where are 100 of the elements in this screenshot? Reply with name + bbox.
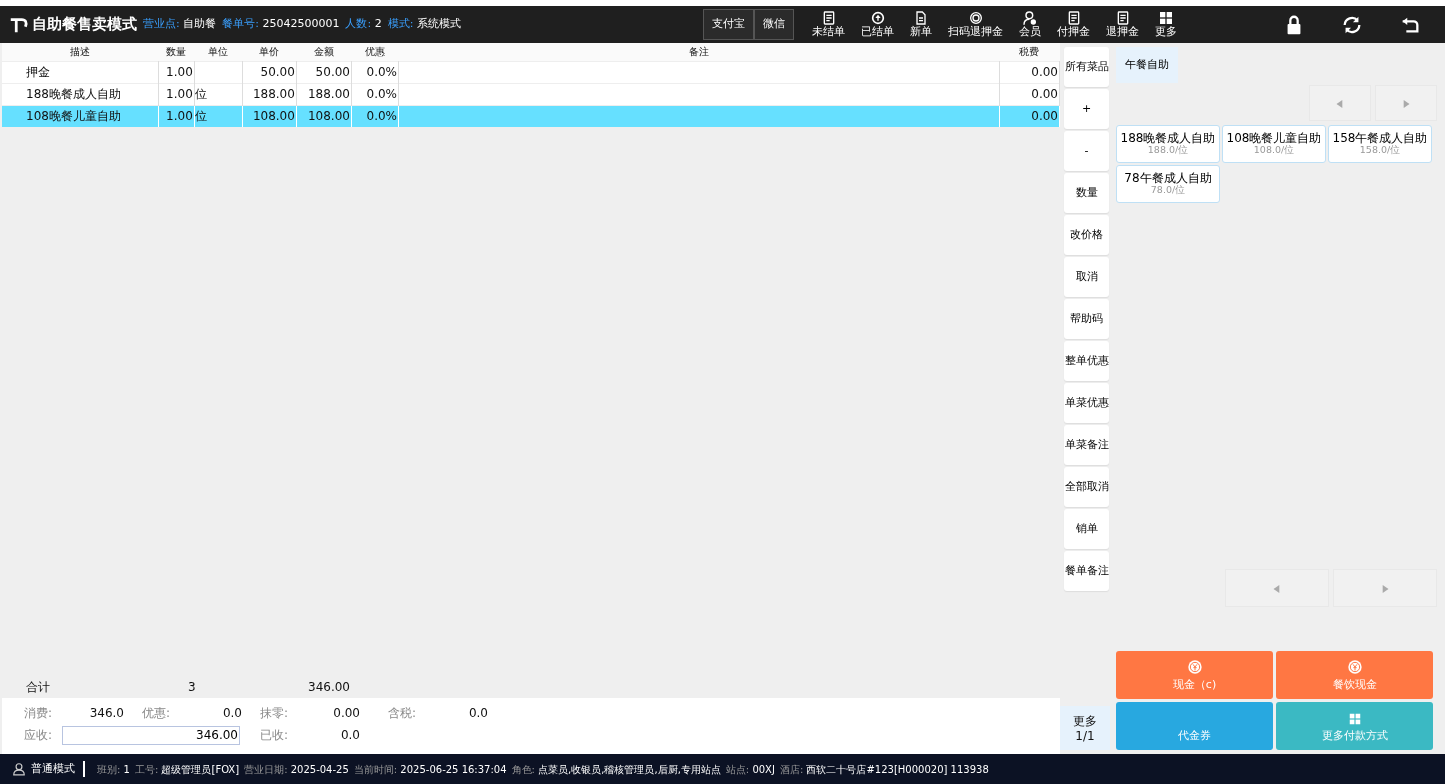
dish-name: 158午餐成人自助 [1331,131,1429,145]
table-cell: 108.00 [242,105,297,127]
order-info: 餐单号: 25042500001 [222,16,340,33]
user-icon [12,762,26,776]
dish-price: 78.0/位 [1149,185,1187,197]
column-header: 数量 [158,43,195,61]
table-cell: 0.0% [351,61,399,83]
next-page-button[interactable] [1375,85,1437,121]
table-cell: 0.00 [999,105,1060,127]
summary-value: 0.00 [332,705,360,722]
table-cell: 50.00 [242,61,297,83]
action-button[interactable]: 所有菜品 [1064,47,1109,87]
table-cell: 1.00 [158,61,195,83]
table-cell: 0.00 [999,61,1060,83]
toolbar-button[interactable]: 新单 [902,10,940,39]
dish-name: 78午餐成人自助 [1123,171,1213,185]
mode-label: 普通模式 [31,760,85,778]
toolbar-button[interactable]: 扫码退押金 [940,10,1011,39]
action-button[interactable]: 单菜优惠 [1064,383,1109,423]
dish-name: 188晚餐成人自助 [1119,131,1217,145]
order-row[interactable]: 押金 1.00 50.00 50.00 0.0% 0.00 [2,61,1060,83]
toolbar-button[interactable]: 更多 [1147,10,1185,39]
coin-icon [1346,658,1363,675]
table-cell: 108晚餐儿童自助 [2,105,159,127]
order-info: 人数: 2 [345,16,382,33]
summary-label: 消费: [24,705,54,722]
action-button[interactable]: 全部取消 [1064,467,1109,507]
dish-button[interactable]: 158午餐成人自助 158.0/位 [1328,125,1432,163]
table-cell [194,61,243,83]
toolbar-button[interactable]: 会员 [1011,10,1049,39]
action-button[interactable]: 取消 [1064,257,1109,297]
dish-button[interactable]: 108晚餐儿童自助 108.0/位 [1222,125,1326,163]
column-header: 单价 [242,43,297,61]
table-cell: 108.00 [296,105,352,127]
action-button[interactable]: - [1064,131,1109,171]
action-button[interactable]: 销单 [1064,509,1109,549]
toolbar-button[interactable]: 付押金 [1049,10,1098,39]
receivable-input[interactable]: 346.00 [62,725,240,745]
action-button[interactable]: 改价格 [1064,215,1109,255]
more-label: 更多 [1072,714,1098,729]
dish-price: 158.0/位 [1358,145,1402,157]
person-icon [1022,10,1038,27]
order-info: 模式: 系统模式 [387,16,461,33]
dish-button[interactable]: 188晚餐成人自助 188.0/位 [1116,125,1220,163]
action-button[interactable]: 帮助码 [1064,299,1109,339]
dish-button[interactable]: 78午餐成人自助 78.0/位 [1116,165,1220,203]
summary-value: 0.0 [221,705,242,722]
table-cell: 0.0% [351,105,399,127]
column-header: 单位 [194,43,243,61]
column-header: 税费 [999,43,1060,61]
table-cell: 1.00 [158,105,195,127]
summary-label: 应收: [24,727,54,744]
page-indicator: 1/1 [1074,729,1096,744]
payment-method-button[interactable]: 微信 [754,9,794,40]
status-field: 酒店: 西软二十号店#123[H000020] 113938 [779,761,989,777]
action-button[interactable]: 单菜备注 [1064,425,1109,465]
status-field: 营业日期: 2025-04-25 [244,761,349,777]
column-header: 金额 [296,43,352,61]
table-cell: 50.00 [296,61,352,83]
total-amount: 346.00 [308,679,350,696]
status-field: 当前时间: 2025-06-25 16:37:04 [353,761,507,777]
status-field: 班别: 1 [97,761,130,777]
previous-page-button[interactable] [1225,569,1329,607]
dish-price: 108.0/位 [1252,145,1296,157]
table-cell: 押金 [2,61,159,83]
coin-icon [1186,658,1203,675]
column-header: 优惠 [351,43,399,61]
grid-icon [1158,10,1174,27]
total-label: 合计 [26,679,51,696]
status-field: 站点: 00XJ [725,761,775,777]
column-header: 描述 [2,43,159,61]
column-header: 备注 [398,43,1000,61]
summary-value: 0.0 [339,727,360,744]
category-tab[interactable]: 午餐自助 [1116,47,1178,83]
table-cell: 位 [194,105,243,127]
total-quantity: 3 [188,679,197,696]
more-button[interactable]: 更多 1/1 [1060,706,1110,750]
grid-icon [1347,711,1362,726]
action-button[interactable]: 数量 [1064,173,1109,213]
toolbar-button[interactable]: 未结单 [804,10,853,39]
summary-label: 抹零: [260,705,290,722]
page-icon [913,10,929,27]
ring-icon [967,10,984,27]
action-button[interactable]: + [1064,89,1109,129]
dish-price: 188.0/位 [1146,145,1190,157]
summary-label: 优惠: [142,705,172,722]
action-button[interactable]: 整单优惠 [1064,341,1109,381]
summary-label: 已收: [260,727,290,744]
summary-label: 含税: [388,705,418,722]
next-page-button[interactable] [1333,569,1437,607]
dish-name: 108晚餐儿童自助 [1225,131,1323,145]
toolbar-button[interactable]: 已结单 [853,10,902,39]
summary-value: 0.0 [467,705,488,722]
payment-method-button[interactable]: 支付宝 [703,9,754,40]
status-field: 工号: 超级管理员[FOX] [134,761,240,777]
previous-page-button[interactable] [1309,85,1371,121]
toolbar-button[interactable]: 退押金 [1098,10,1147,39]
order-row[interactable]: 108晚餐儿童自助 1.00 位 108.00 108.00 0.0% 0.00 [2,105,1060,127]
action-button[interactable]: 餐单备注 [1064,551,1109,591]
order-info: 营业点: 自助餐 [143,16,217,33]
